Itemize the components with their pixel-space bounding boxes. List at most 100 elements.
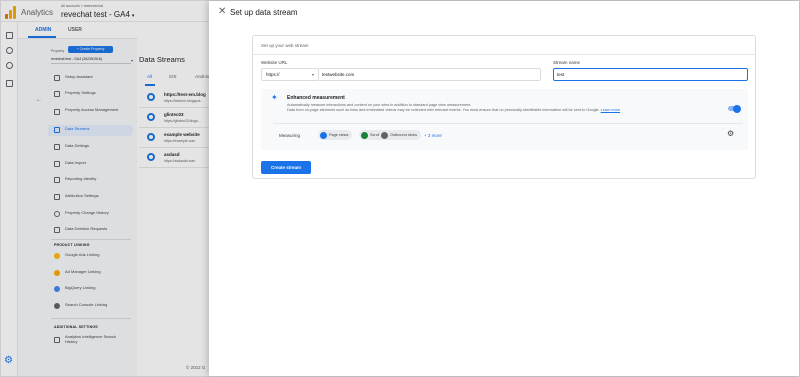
nav-intelligence-search-history[interactable]: Analytics Intelligence Search History	[48, 333, 133, 347]
website-url-label: Website URL	[261, 60, 288, 65]
property-picker[interactable]: revechat test - GA4 ▾	[61, 10, 134, 19]
nav-property-settings[interactable]: Property Settings	[48, 89, 133, 100]
search-console-icon	[54, 303, 60, 309]
configure-icon[interactable]	[6, 80, 13, 87]
nav-setup-assistant[interactable]: Setup Assistant	[48, 73, 133, 84]
nav-property-access-management[interactable]: Property Access Management	[48, 105, 133, 119]
nav-label: Setup Assistant	[65, 74, 93, 79]
top-bar: Analytics All accounts > testrevechat re…	[1, 1, 211, 22]
stream-url: https://asdasdd.com	[164, 159, 196, 163]
stream-url: https://example.com	[164, 139, 196, 143]
nav-label: Property Change History	[65, 210, 109, 215]
stream-name-input[interactable]: test	[553, 68, 748, 81]
web-stream-icon	[147, 153, 155, 161]
stream-row[interactable]: example website https://example.com	[139, 128, 210, 148]
nav-reporting-identity[interactable]: Reporting Identity	[48, 175, 133, 186]
protocol-value: https://	[266, 72, 280, 77]
nav-property-change-history[interactable]: Property Change History	[48, 209, 133, 220]
property-select[interactable]: revechat test - GA4 (262351516) ▾	[51, 57, 133, 64]
data-streams-panel: Data Streams All iOS Android https://tes…	[137, 22, 211, 376]
active-tab-indicator	[145, 84, 155, 86]
web-stream-icon	[147, 93, 155, 101]
create-stream-button[interactable]: Create stream	[261, 161, 311, 174]
nav-label: Data Import	[65, 160, 86, 165]
tab-ios[interactable]: iOS	[169, 74, 177, 79]
protocol-select[interactable]: https:// ▾	[261, 68, 319, 81]
caret-down-icon: ▾	[131, 13, 135, 19]
stream-name-label: Stream name	[553, 60, 581, 65]
streams-icon	[54, 127, 60, 133]
reports-icon[interactable]	[6, 32, 13, 39]
back-arrow-icon[interactable]: ←	[35, 96, 43, 104]
divider	[253, 54, 755, 55]
card-subtitle: Set up your web stream	[261, 43, 309, 48]
learn-more-link[interactable]: Learn more	[601, 108, 620, 112]
chip-label: Page views	[329, 133, 349, 137]
close-icon[interactable]: ✕	[218, 7, 226, 17]
stream-row[interactable]: asdasd https://asdasdd.com	[139, 148, 210, 168]
divider	[273, 123, 743, 124]
property-select-value: revechat test - GA4 (262351516)	[51, 57, 102, 61]
enhanced-measurement-description: Automatically measure interactions and c…	[287, 103, 677, 113]
description-text: Data from on-page elements such as links…	[287, 108, 600, 112]
nav-label: Property Settings	[65, 90, 96, 95]
enhanced-measurement-toggle[interactable]	[728, 104, 741, 113]
nav-label: Data Deletion Requests	[65, 226, 108, 231]
nav-label: Ad Manager Linking	[65, 269, 101, 274]
drawer-title: Set up data stream	[230, 8, 298, 17]
nav-search-console-linking[interactable]: Search Console Linking	[48, 301, 133, 312]
create-property-button[interactable]: + Create Property	[68, 46, 113, 53]
tab-admin[interactable]: ADMIN	[35, 27, 51, 33]
scroll-icon	[361, 131, 368, 139]
attribution-icon	[54, 194, 60, 200]
copyright-text: © 2022 G	[186, 365, 206, 370]
nav-attribution-settings[interactable]: Attribution Settings	[48, 192, 133, 203]
nav-data-import[interactable]: Data Import	[48, 159, 133, 170]
advertising-icon[interactable]	[6, 62, 13, 69]
nav-data-deletion-requests[interactable]: Data Deletion Requests	[48, 225, 133, 236]
settings-doc-icon	[54, 91, 60, 97]
gear-icon[interactable]: ⚙	[727, 130, 734, 138]
nav-label: Attribution Settings	[65, 193, 99, 198]
tab-all[interactable]: All	[147, 74, 152, 79]
admin-gear-icon[interactable]: ⚙	[4, 356, 14, 366]
data-settings-icon	[54, 144, 60, 150]
active-tab-indicator	[28, 36, 56, 38]
stream-row[interactable]: glintec03 https://glintec03.blogs...	[139, 108, 210, 128]
delete-data-icon	[54, 227, 60, 233]
chip-outbound-clicks: Outbound clicks	[379, 130, 422, 140]
app-name: Analytics	[21, 8, 54, 17]
stream-name: https://test-em.blog	[164, 92, 206, 97]
nav-data-settings[interactable]: Data Settings	[48, 142, 133, 153]
stream-name: asdasd	[164, 152, 180, 157]
property-label: Property	[51, 49, 65, 53]
nav-label: Reporting Identity	[65, 176, 97, 181]
enhanced-measurement-section: ✦ Enhanced measurement Automatically mea…	[261, 89, 748, 150]
click-icon	[381, 131, 388, 139]
web-stream-card: Set up your web stream Website URL https…	[252, 35, 756, 179]
nav-data-streams[interactable]: Data Streams	[48, 125, 133, 136]
sparkle-icon: ✦	[271, 93, 278, 102]
description-line-2: Data from on-page elements such as links…	[287, 108, 677, 113]
chip-label: Outbound clicks	[390, 133, 418, 137]
tab-user[interactable]: USER	[68, 27, 82, 33]
stream-name: example website	[164, 132, 200, 137]
analytics-logo-icon[interactable]	[5, 6, 17, 19]
stream-name: glintec03	[164, 112, 184, 117]
stream-url: https://testrnm.blogspot...	[164, 99, 204, 103]
explore-icon[interactable]	[6, 47, 13, 54]
nav-google-ads-linking[interactable]: Google Ads Linking	[48, 251, 133, 262]
nav-ad-manager-linking[interactable]: Ad Manager Linking	[48, 268, 133, 279]
dropdown-arrow-icon: ▾	[311, 72, 314, 77]
stream-row[interactable]: https://test-em.blog https://testrnm.blog…	[139, 88, 210, 108]
bigquery-icon	[54, 286, 60, 292]
website-url-input[interactable]: testwebsite.com	[319, 68, 541, 81]
more-measurements-link[interactable]: + 3 more	[424, 133, 442, 138]
history-icon	[54, 211, 60, 217]
chip-page-views: Page views	[318, 130, 353, 140]
divider	[51, 318, 131, 319]
nav-bigquery-linking[interactable]: BigQuery Linking	[48, 284, 133, 295]
ad-manager-icon	[54, 270, 60, 276]
property-title: revechat test - GA4	[61, 10, 130, 19]
breadcrumb[interactable]: All accounts > testrevechat	[61, 4, 103, 8]
